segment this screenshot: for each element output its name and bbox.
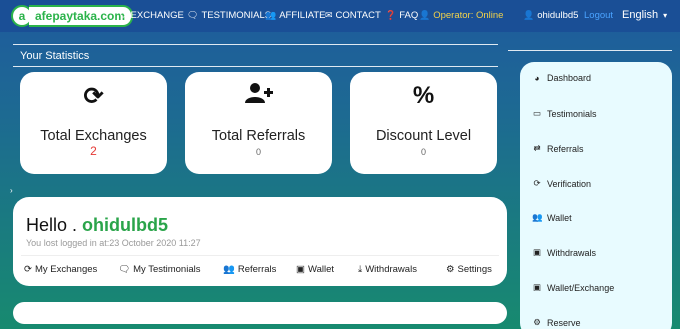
nav-contact-label: CONTACT xyxy=(335,10,381,21)
sidebar-divider xyxy=(508,50,672,51)
greeting-text: Hello . xyxy=(26,215,83,235)
stat-label: Total Exchanges xyxy=(40,128,147,144)
money-bill-icon: ▣ xyxy=(296,264,305,275)
link-my-exchanges[interactable]: ⟳ My Exchanges xyxy=(24,264,97,275)
sidebar-item-label: Dashboard xyxy=(547,73,592,83)
sidebar-item-testimonials[interactable]: ▭ Testimonials xyxy=(532,108,597,119)
site-logo[interactable]: a afepaytaka.com xyxy=(11,5,134,27)
sidebar-item-label: Wallet/Exchange xyxy=(547,282,615,293)
envelope-icon: ✉ xyxy=(325,10,333,20)
sidebar-item-verification[interactable]: ⟳ Verification xyxy=(532,178,591,189)
nav-exchange-link[interactable]: ⟳ EXCHANGE xyxy=(120,10,184,21)
card-icon: ▭ xyxy=(532,108,542,118)
stat-value: 0 xyxy=(420,147,426,157)
link-my-testimonials[interactable]: 🗨 My Testimonials xyxy=(118,264,200,275)
welcome-heading: Hello . ohidulbd5 xyxy=(26,215,168,236)
question-icon: ❓ xyxy=(385,10,397,20)
link-label: Wallet xyxy=(307,264,335,275)
download-icon: ⤓ xyxy=(358,264,363,275)
percent-icon: % xyxy=(412,82,435,109)
sync-icon: ⟳ xyxy=(24,264,32,275)
stats-divider xyxy=(13,66,498,67)
sidebar-item-reserve[interactable]: ⚙ Reserve xyxy=(532,317,581,328)
stat-label: Discount Level xyxy=(375,128,472,144)
stats-top-divider xyxy=(13,44,498,45)
sidebar-item-referrals[interactable]: ⇄ Referrals xyxy=(532,143,584,154)
users-icon: 👥 xyxy=(265,10,277,20)
sidebar-item-wallet[interactable]: 👥 Wallet xyxy=(532,212,572,223)
dashboard-icon: ◕ xyxy=(534,73,540,83)
nav-testimonials-link[interactable]: 🗨 TESTIMONIALS xyxy=(187,10,271,21)
top-navbar: a afepaytaka.com ⟳ EXCHANGE 🗨 TESTIMONIA… xyxy=(0,0,680,32)
sync-icon: ⟳ xyxy=(120,10,128,20)
link-label: My Testimonials xyxy=(133,264,201,275)
link-wallet[interactable]: ▣ Wallet xyxy=(296,264,334,275)
sidebar-item-label: Reserve xyxy=(547,317,581,328)
welcome-panel: Hello . ohidulbd5 You lost logged in at:… xyxy=(13,197,507,286)
username-label: ohidulbd5 xyxy=(537,10,579,21)
operator-status-label: Operator: Online xyxy=(433,10,504,21)
exchange-arrows-icon: ⇄ xyxy=(533,143,541,153)
money-bill-icon: ▣ xyxy=(532,282,542,292)
link-settings[interactable]: ⚙ Settings xyxy=(446,264,492,275)
cogs-icon: ⚙ xyxy=(533,317,541,327)
user-plus-icon xyxy=(185,82,332,111)
users-icon: 👥 xyxy=(532,212,543,222)
user-icon: 👤 xyxy=(523,10,535,20)
stat-label: Total Referrals xyxy=(211,128,306,144)
link-label: My Exchanges xyxy=(34,264,98,275)
comments-icon: 🗨 xyxy=(118,264,131,275)
link-label: Referrals xyxy=(237,264,277,275)
chevron-down-icon: ▾ xyxy=(663,10,668,20)
sidebar-item-label: Testimonials xyxy=(547,108,597,119)
link-label: Settings xyxy=(457,264,492,275)
user-icon: 👤 xyxy=(419,10,431,20)
sidebar-item-wallet-exchange[interactable]: ▣ Wallet/Exchange xyxy=(532,282,614,293)
nav-contact-link[interactable]: ✉ CONTACT xyxy=(325,10,381,21)
sidebar-item-label: Wallet xyxy=(547,212,572,223)
sidebar-item-label: Verification xyxy=(547,178,592,189)
money-bill-icon: ▣ xyxy=(532,247,542,257)
next-panel xyxy=(13,302,507,324)
link-label: Withdrawals xyxy=(365,264,417,275)
nav-faq-label: FAQ xyxy=(399,10,419,21)
user-menu[interactable]: 👤 ohidulbd5 xyxy=(523,10,578,21)
stat-card-referrals: Total Referrals 0 xyxy=(185,72,332,174)
sidebar-item-label: Withdrawals xyxy=(547,247,597,258)
language-selector[interactable]: English ▾ xyxy=(622,9,667,21)
stats-title: Your Statistics xyxy=(20,50,90,62)
stat-value: 0 xyxy=(255,147,261,157)
sync-icon: ⟳ xyxy=(533,178,541,188)
sidebar-item-label: Referrals xyxy=(547,143,584,154)
nav-affiliate-label: AFFILIATE xyxy=(279,10,326,21)
nav-testimonials-label: TESTIMONIALS xyxy=(201,10,272,21)
welcome-username: ohidulbd5 xyxy=(82,215,169,235)
sidebar-item-withdrawals[interactable]: ▣ Withdrawals xyxy=(532,247,596,258)
logout-link[interactable]: Logout xyxy=(584,10,613,21)
cogs-icon: ⚙ xyxy=(446,264,455,275)
users-icon: 👥 xyxy=(223,264,235,275)
stat-card-exchanges: ⟳ Total Exchanges 2 xyxy=(20,72,167,174)
link-referrals[interactable]: 👥 Referrals xyxy=(223,264,276,275)
nav-exchange-label: EXCHANGE xyxy=(130,10,184,21)
operator-status: 👤 Operator: Online xyxy=(419,10,503,21)
comments-icon: 🗨 xyxy=(187,10,199,20)
nav-affiliate-link[interactable]: 👥 AFFILIATE xyxy=(265,10,326,21)
nav-faq-link[interactable]: ❓ FAQ xyxy=(385,10,418,21)
stat-value: 2 xyxy=(90,144,97,158)
sidebar-item-dashboard[interactable]: ◕ Dashboard xyxy=(532,73,591,83)
last-login-text: You lost logged in at:23 October 2020 11… xyxy=(26,238,201,248)
chevron-right-icon: › xyxy=(10,186,13,195)
sidebar-menu: ◕ Dashboard ▭ Testimonials ⇄ Referrals ⟳… xyxy=(520,62,672,329)
stat-card-discount: % Discount Level 0 xyxy=(350,72,497,174)
language-label: English xyxy=(622,9,659,21)
sync-icon: ⟳ xyxy=(83,83,104,110)
logo-text: afepaytaka.com xyxy=(29,5,134,27)
link-withdrawals[interactable]: ⤓ Withdrawals xyxy=(358,264,417,275)
welcome-divider xyxy=(21,255,499,256)
